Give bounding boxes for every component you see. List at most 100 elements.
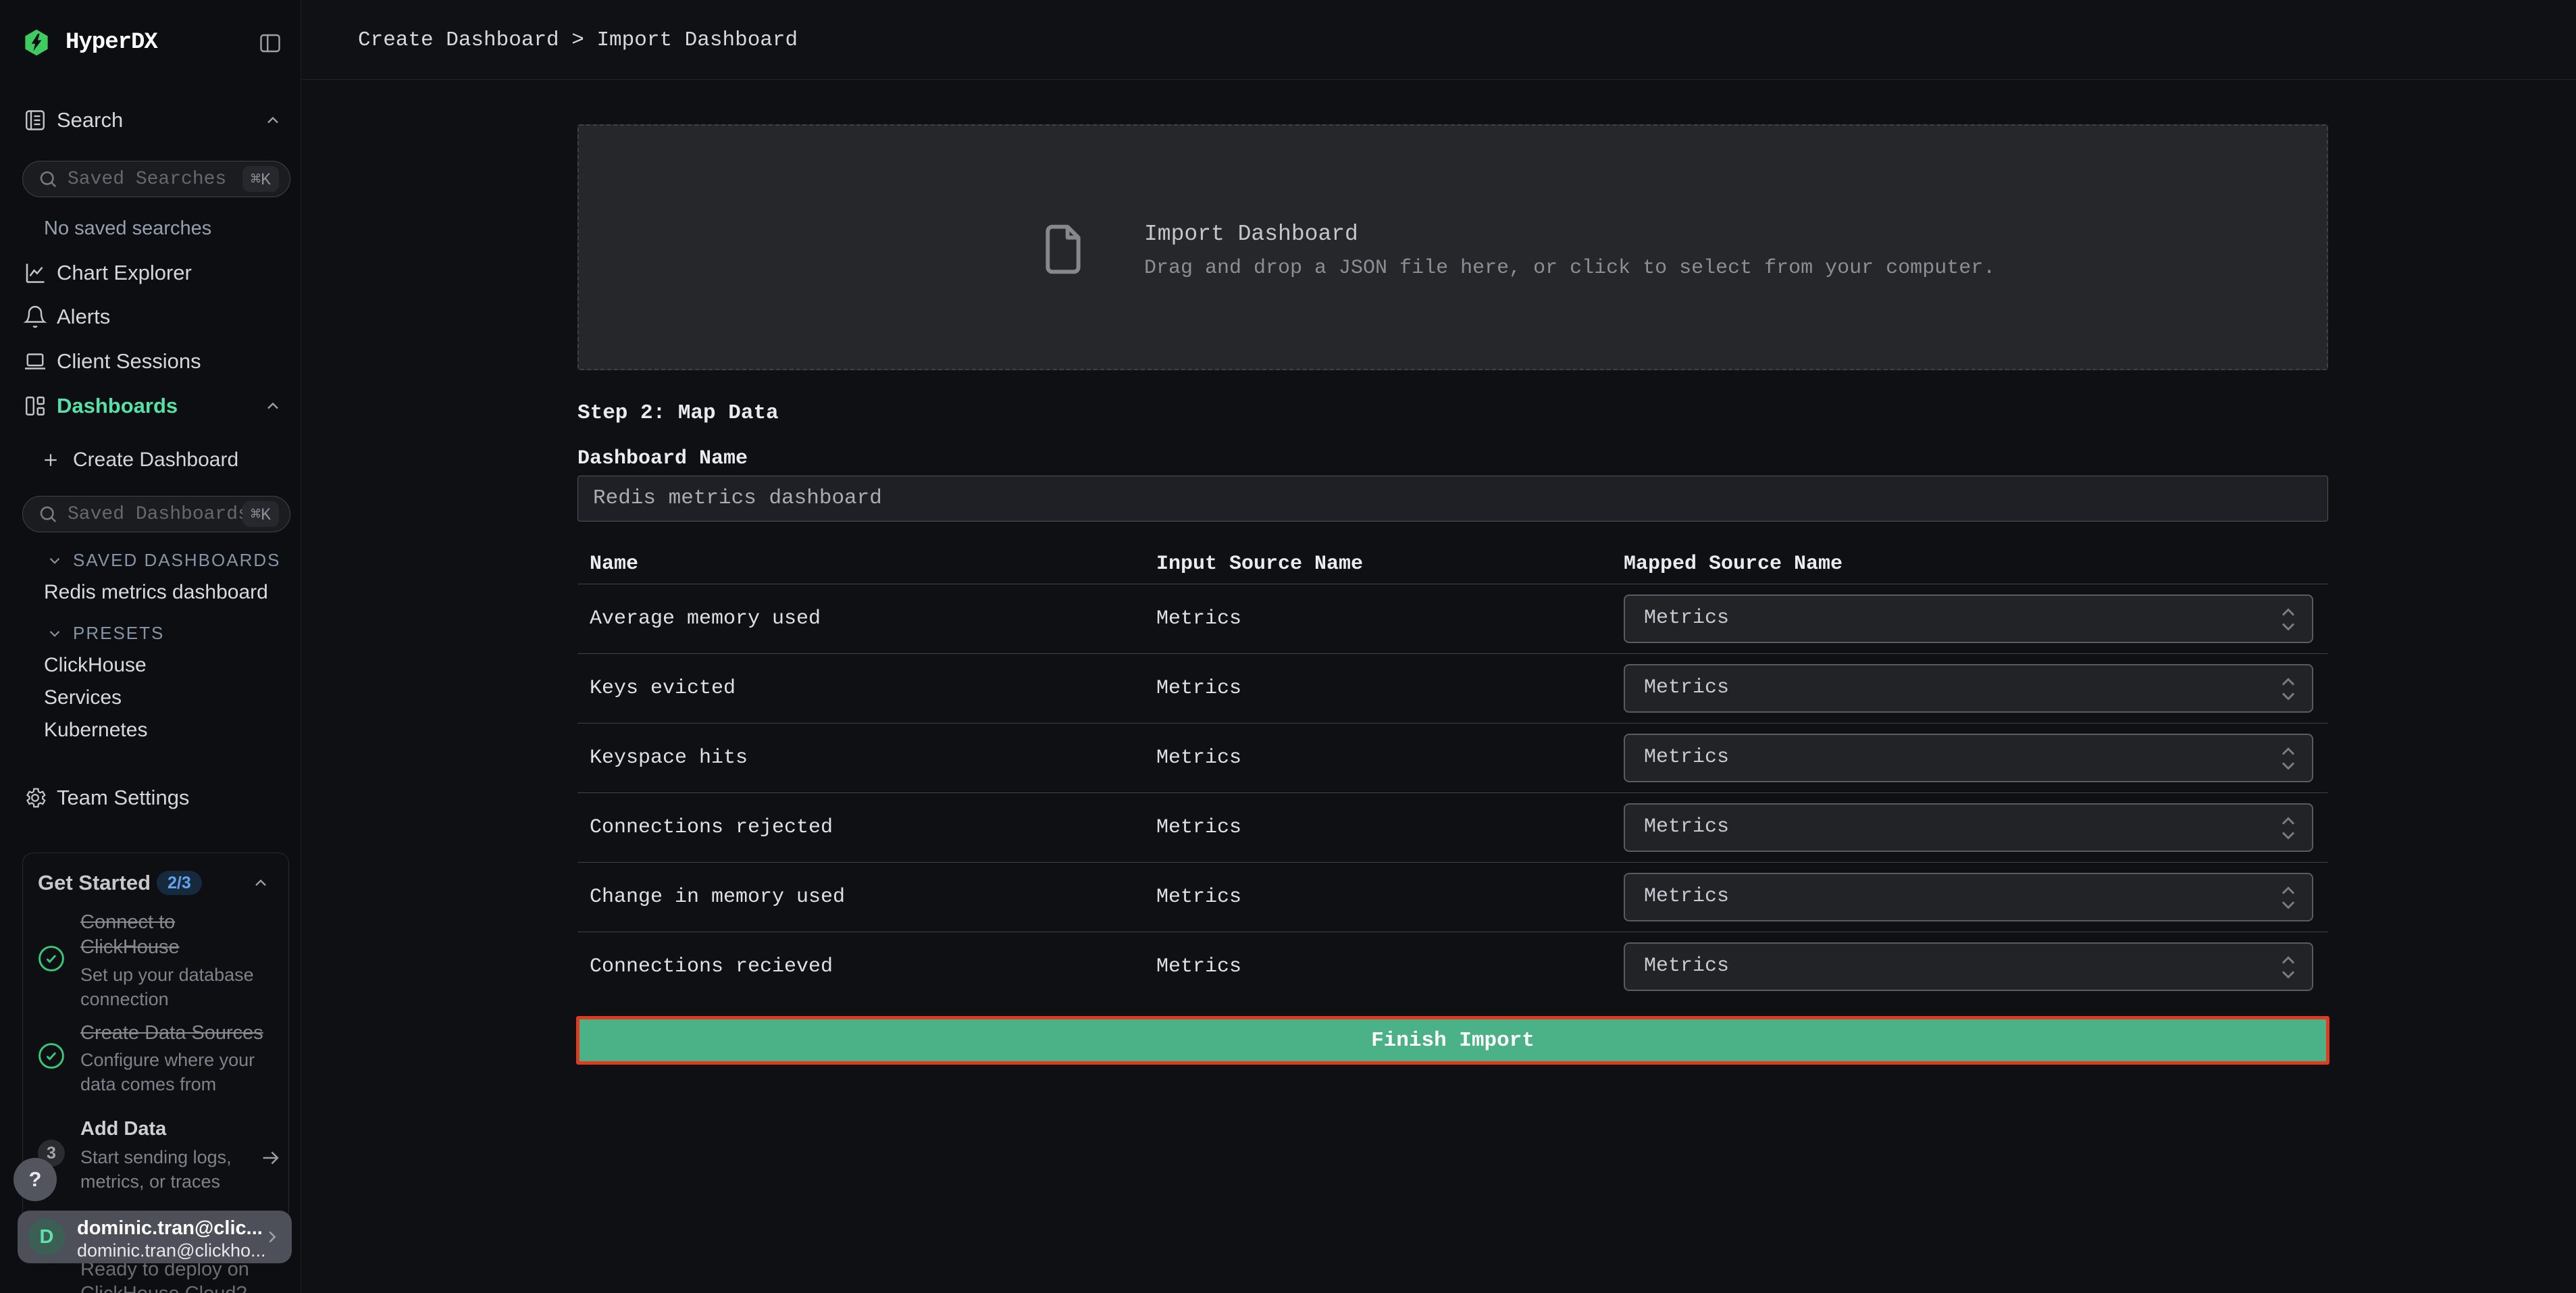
- column-header-input-source: Input Source Name: [1156, 553, 1363, 576]
- select-value: Metrics: [1644, 665, 1729, 710]
- presets-section-toggle[interactable]: PRESETS: [46, 623, 164, 644]
- user-menu[interactable]: D dominic.tran@clic... dominic.tran@clic…: [18, 1211, 292, 1263]
- table-row: Connections rejected Metrics Metrics: [577, 792, 2328, 862]
- sidebar-item-label: Client Sessions: [57, 349, 201, 374]
- keyboard-shortcut-badge: ⌘K: [242, 501, 279, 527]
- mapped-source-select[interactable]: Metrics: [1624, 942, 2313, 991]
- sidebar-item-label: Search: [57, 108, 123, 132]
- check-circle-icon: [36, 944, 66, 973]
- saved-dashboards-input[interactable]: Saved Dashboards ⌘K: [22, 496, 290, 532]
- preset-item-clickhouse[interactable]: ClickHouse: [44, 654, 147, 677]
- mapped-source-select[interactable]: Metrics: [1624, 664, 2313, 713]
- table-row: Keys evicted Metrics Metrics: [577, 653, 2328, 723]
- app-logo[interactable]: HyperDX: [22, 28, 157, 57]
- select-chevrons-icon: [2279, 744, 2297, 773]
- table-row: Average memory used Metrics Metrics: [577, 584, 2328, 653]
- row-input-source: Metrics: [1156, 654, 1241, 724]
- row-name: Average memory used: [590, 584, 821, 654]
- select-value: Metrics: [1644, 596, 1729, 640]
- arrow-right-icon[interactable]: [259, 1146, 282, 1169]
- section-label: PRESETS: [73, 623, 164, 644]
- dashboard-name-label: Dashboard Name: [577, 447, 748, 470]
- get-started-item-title[interactable]: Connect to ClickHouse: [80, 910, 239, 960]
- row-name: Keyspace hits: [590, 724, 748, 793]
- chart-line-icon: [23, 261, 47, 285]
- table-row: Keyspace hits Metrics Metrics: [577, 723, 2328, 792]
- row-input-source: Metrics: [1156, 932, 1241, 1002]
- mapped-source-select[interactable]: Metrics: [1624, 734, 2313, 782]
- chevron-right-icon: [262, 1227, 282, 1247]
- create-dashboard-label: Create Dashboard: [73, 449, 238, 472]
- app-title: HyperDX: [66, 30, 157, 55]
- row-name: Connections rejected: [590, 793, 833, 863]
- finish-import-label: Finish Import: [1371, 1029, 1535, 1053]
- mapped-source-select[interactable]: Metrics: [1624, 803, 2313, 852]
- select-chevrons-icon: [2279, 675, 2297, 703]
- row-name: Keys evicted: [590, 654, 736, 724]
- saved-dashboards-placeholder: Saved Dashboards: [68, 504, 249, 525]
- get-started-item-subtitle: Start sending logs, metrics, or traces: [80, 1145, 259, 1194]
- sidebar-item-alerts[interactable]: Alerts: [0, 299, 301, 334]
- help-button[interactable]: ?: [14, 1158, 57, 1201]
- dashboard-name-value: Redis metrics dashboard: [593, 476, 882, 521]
- table-row: Connections recieved Metrics Metrics: [577, 932, 2328, 1001]
- section-label: SAVED DASHBOARDS: [73, 550, 280, 571]
- sidebar-collapse-icon[interactable]: [258, 31, 282, 55]
- gear-icon: [23, 786, 47, 810]
- sidebar-item-label: Alerts: [57, 305, 110, 329]
- plus-icon: [41, 450, 61, 470]
- row-name: Connections recieved: [590, 932, 833, 1002]
- dashboards-layout-icon: [23, 394, 47, 418]
- sidebar-item-team-settings[interactable]: Team Settings: [0, 780, 301, 815]
- column-header-mapped-source: Mapped Source Name: [1624, 553, 1843, 576]
- chevron-down-icon: [46, 625, 63, 642]
- chevron-up-icon[interactable]: [263, 397, 282, 415]
- laptop-icon: [23, 349, 47, 374]
- get-started-item-subtitle: Set up your database connection: [80, 963, 273, 1011]
- select-value: Metrics: [1644, 874, 1729, 919]
- get-started-item-title[interactable]: Add Data: [80, 1118, 166, 1140]
- topbar: Create Dashboard > Import Dashboard: [301, 0, 2576, 80]
- dropzone-title: Import Dashboard: [1144, 222, 1358, 247]
- sidebar-item-search[interactable]: Search: [0, 103, 301, 138]
- keyboard-shortcut-badge: ⌘K: [242, 166, 279, 192]
- get-started-item-title[interactable]: Create Data Sources: [80, 1021, 290, 1046]
- select-chevrons-icon: [2279, 884, 2297, 912]
- select-chevrons-icon: [2279, 953, 2297, 982]
- get-started-title: Get Started: [38, 871, 151, 895]
- saved-dashboards-section-toggle[interactable]: SAVED DASHBOARDS: [46, 550, 280, 571]
- mapped-source-select[interactable]: Metrics: [1624, 594, 2313, 643]
- column-header-name: Name: [590, 553, 638, 576]
- finish-import-button[interactable]: Finish Import: [576, 1016, 2329, 1065]
- sidebar-item-chart-explorer[interactable]: Chart Explorer: [0, 255, 301, 290]
- search-icon: [38, 504, 58, 524]
- journal-search-icon: [23, 108, 47, 132]
- saved-searches-input[interactable]: Saved Searches ⌘K: [22, 161, 290, 197]
- chevron-up-icon[interactable]: [263, 111, 282, 130]
- import-dropzone[interactable]: Import Dashboard Drag and drop a JSON fi…: [577, 124, 2328, 370]
- sidebar-item-client-sessions[interactable]: Client Sessions: [0, 344, 301, 379]
- mapped-source-select[interactable]: Metrics: [1624, 873, 2313, 921]
- sidebar-item-label: Chart Explorer: [57, 261, 192, 285]
- chevron-down-icon: [46, 552, 63, 569]
- select-value: Metrics: [1644, 735, 1729, 780]
- sidebar-item-label: Team Settings: [57, 786, 189, 810]
- row-name: Change in memory used: [590, 863, 845, 932]
- dropzone-subtitle: Drag and drop a JSON file here, or click…: [1144, 257, 1995, 280]
- hyperdx-logo-icon: [22, 28, 51, 57]
- no-saved-searches-note: No saved searches: [44, 218, 211, 240]
- saved-searches-placeholder: Saved Searches: [68, 169, 226, 190]
- create-dashboard-button[interactable]: Create Dashboard: [41, 449, 238, 472]
- user-name: dominic.tran@clic...: [77, 1217, 263, 1240]
- preset-item-kubernetes[interactable]: Kubernetes: [44, 719, 147, 742]
- breadcrumb: Create Dashboard > Import Dashboard: [358, 0, 798, 80]
- dashboard-name-input[interactable]: Redis metrics dashboard: [577, 476, 2328, 522]
- chevron-up-icon[interactable]: [251, 873, 270, 892]
- preset-item-services[interactable]: Services: [44, 686, 122, 709]
- sidebar-item-dashboards[interactable]: Dashboards: [0, 388, 301, 424]
- saved-dashboard-item[interactable]: Redis metrics dashboard: [44, 581, 268, 604]
- select-chevrons-icon: [2279, 814, 2297, 842]
- select-value: Metrics: [1644, 944, 1729, 988]
- select-value: Metrics: [1644, 805, 1729, 849]
- get-started-card: Get Started 2/3 Connect to ClickHouse Se…: [22, 853, 289, 1221]
